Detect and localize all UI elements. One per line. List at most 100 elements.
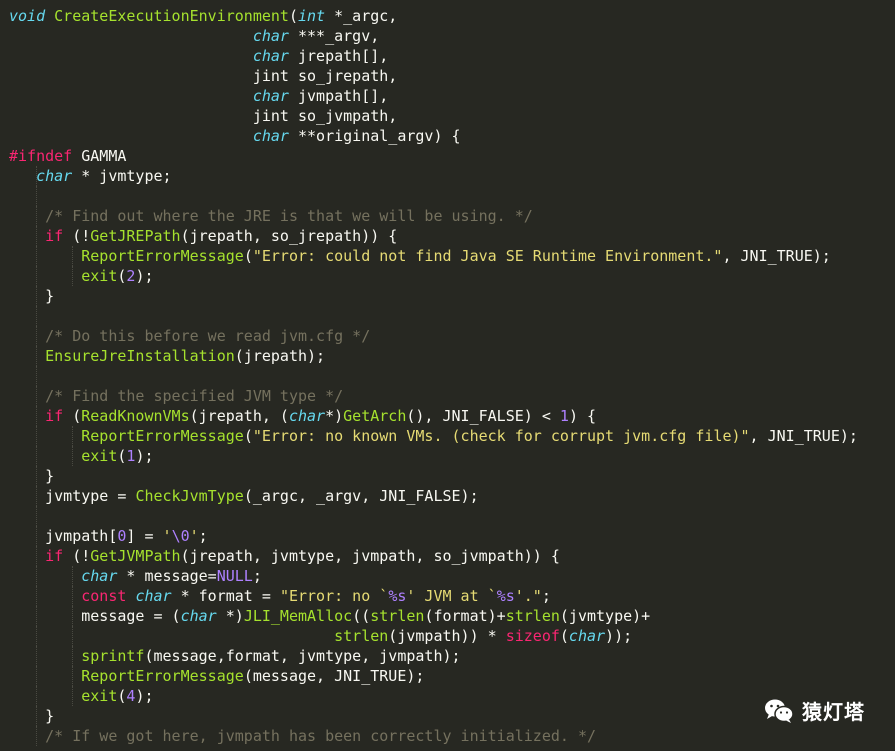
indent-guide (36, 586, 38, 606)
code-token-plain: } (9, 467, 55, 485)
code-token-number: NULL (216, 567, 253, 585)
code-token-plain: ; (252, 567, 262, 585)
code-token-plain: ); (135, 447, 154, 465)
code-token-comment: /* Find out where the JRE is that we wil… (45, 207, 533, 225)
indent-guide (36, 226, 38, 246)
indent-guide (72, 426, 74, 446)
code-line: jvmpath[0] = '\0'; (0, 526, 895, 546)
code-token-keyword: if (45, 227, 64, 245)
indent-guide (36, 546, 38, 566)
code-token-plain: ( (63, 407, 82, 425)
code-token-plain: , JNI_TRUE); (722, 247, 831, 265)
code-token-type: char (288, 407, 326, 425)
code-line: char jvmpath[], (0, 86, 895, 106)
code-token-plain: ( (559, 627, 569, 645)
code-line: char **original_argv) { (0, 126, 895, 146)
indent-guide (72, 566, 74, 586)
indent-guide (36, 286, 38, 306)
code-line (0, 366, 895, 386)
code-token-comment: /* Do this before we read jvm.cfg */ (45, 327, 371, 345)
code-line: } (0, 466, 895, 486)
code-token-escape: %s (388, 587, 407, 605)
code-token-plain: jrepath[], (288, 47, 389, 65)
code-token-plain: (! (63, 547, 91, 565)
code-token-comment: /* Find the specified JVM type */ (45, 387, 344, 405)
indent-guide (36, 646, 38, 666)
indent-guide (36, 186, 38, 206)
code-token-function: EnsureJreInstallation (45, 347, 235, 365)
indent-guide (36, 686, 38, 706)
code-token-plain: ( (288, 7, 298, 25)
code-token-type: int (298, 7, 326, 25)
code-line: jvmtype = CheckJvmType(_argc, _argv, JNI… (0, 486, 895, 506)
code-line: jint so_jvmpath, (0, 106, 895, 126)
code-line: if (!GetJVMPath(jrepath, jvmtype, jvmpat… (0, 546, 895, 566)
code-token-function: JLI_MemAlloc (243, 607, 353, 625)
indent-guide (72, 646, 74, 666)
code-token-plain: )); (605, 627, 633, 645)
indent-guide (36, 406, 38, 426)
code-token-plain: } (9, 287, 55, 305)
code-line (0, 186, 895, 206)
code-token-string: ' JVM at ` (406, 587, 497, 605)
code-line: } (0, 286, 895, 306)
code-token-function: GetArch (343, 407, 407, 425)
code-line: ReportErrorMessage("Error: could not fin… (0, 246, 895, 266)
code-token-plain: * message= (117, 567, 217, 585)
code-line: EnsureJreInstallation(jrepath); (0, 346, 895, 366)
code-token-plain: ; (198, 527, 208, 545)
code-token-function: ReadKnownVMs (81, 407, 190, 425)
code-token-plain: *) (325, 407, 344, 425)
code-line: char * jvmtype; (0, 166, 895, 186)
indent-guide (36, 626, 38, 646)
indent-guide (36, 506, 38, 526)
code-token-keyword: const (81, 587, 127, 605)
code-token-plain: *) (216, 607, 244, 625)
code-line: char ***_argv, (0, 26, 895, 46)
code-line: ReportErrorMessage(message, JNI_TRUE); (0, 666, 895, 686)
code-token-type: char (252, 87, 289, 105)
code-token-plain: ) { (568, 407, 597, 425)
code-token-plain: (jrepath); (234, 347, 326, 365)
indent-guide (72, 586, 74, 606)
code-token-keyword: sizeof (505, 627, 560, 645)
code-line: if (ReadKnownVMs(jrepath, (char*)GetArch… (0, 406, 895, 426)
code-token-comment: /* If we got here, jvmpath has been corr… (45, 727, 597, 745)
indent-guide (36, 206, 38, 226)
code-token-function: strlen (505, 607, 560, 625)
code-token-escape: %s (496, 587, 515, 605)
code-token-plain: * jvmtype; (72, 167, 172, 185)
indent-guide (36, 246, 38, 266)
code-token-plain: jvmpath[ (9, 527, 118, 545)
indent-guide (72, 246, 74, 266)
code-token-function: exit (81, 687, 118, 705)
code-line: exit(2); (0, 266, 895, 286)
code-token-type: char (252, 47, 289, 65)
code-line: message = (char *)JLI_MemAlloc((strlen(f… (0, 606, 895, 626)
code-token-function: strlen (334, 627, 389, 645)
code-token-plain: (jrepath, ( (189, 407, 289, 425)
indent-guide (36, 726, 38, 746)
code-token-plain: ( (243, 247, 253, 265)
indent-guide (72, 266, 74, 286)
code-line: if (!GetJREPath(jrepath, so_jrepath)) { (0, 226, 895, 246)
code-token-plain: , JNI_TRUE); (749, 427, 858, 445)
code-token-plain: (format)+ (424, 607, 506, 625)
code-token-string: "Error: could not find Java SE Runtime E… (252, 247, 723, 265)
code-token-number: 1 (559, 407, 569, 425)
wechat-icon (765, 699, 794, 723)
code-editor[interactable]: void CreateExecutionEnvironment(int *_ar… (0, 6, 895, 751)
indent-guide (36, 566, 38, 586)
code-token-directive: #ifndef (9, 147, 73, 165)
indent-guide (36, 526, 38, 546)
code-token-plain: (_argc, _argv, JNI_FALSE); (243, 487, 479, 505)
code-token-keyword: if (45, 407, 64, 425)
